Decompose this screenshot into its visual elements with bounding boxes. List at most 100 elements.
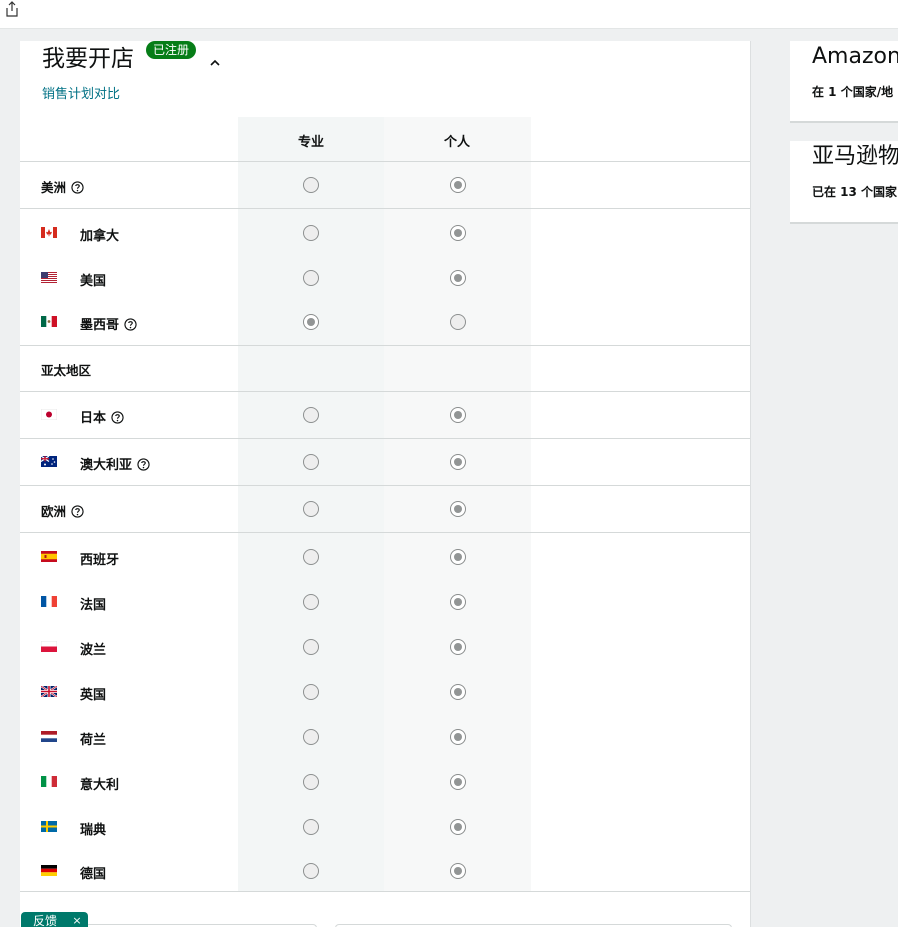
- question-circle-icon[interactable]: [111, 411, 124, 424]
- radio-professional-sweden[interactable]: [303, 819, 319, 835]
- country-label: 日本: [80, 407, 124, 426]
- country-label: 澳大利亚: [80, 454, 150, 473]
- region-label: 欧洲: [41, 501, 84, 520]
- france-flag-icon: [41, 596, 57, 607]
- radio-professional-poland[interactable]: [303, 639, 319, 655]
- divider: [20, 161, 750, 162]
- spain-flag-icon: [41, 551, 57, 562]
- region-row-europe: 欧洲: [20, 495, 750, 525]
- country-row-poland: 波兰: [20, 633, 750, 663]
- country-label: 意大利: [80, 778, 120, 793]
- country-label: 波兰: [80, 643, 107, 658]
- germany-flag-icon: [41, 865, 57, 876]
- country-label: 法国: [80, 598, 107, 613]
- radio-individual-europe[interactable]: [450, 501, 466, 517]
- radio-individual-netherlands[interactable]: [450, 729, 466, 745]
- netherlands-flag-icon: [41, 731, 57, 742]
- usa-flag-icon: [41, 272, 57, 283]
- italy-flag-icon: [41, 776, 57, 787]
- region-row-asia-pacific: 亚太地区: [20, 354, 750, 384]
- radio-individual-uk[interactable]: [450, 684, 466, 700]
- country-label: 加拿大: [80, 229, 120, 244]
- side-card-subtitle: 已在 13 个国家: [812, 185, 898, 199]
- country-label: 荷兰: [80, 733, 107, 748]
- radio-individual-poland[interactable]: [450, 639, 466, 655]
- country-label: 西班牙: [80, 553, 120, 568]
- country-row-italy: 意大利: [20, 768, 750, 798]
- radio-individual-sweden[interactable]: [450, 819, 466, 835]
- country-label: 墨西哥: [80, 314, 137, 333]
- region-label: 美洲: [41, 177, 84, 196]
- feedback-label: 反馈: [33, 914, 58, 927]
- chevron-up-icon[interactable]: [209, 53, 221, 66]
- country-row-usa: 美国: [20, 264, 750, 294]
- plan-compare-link[interactable]: 销售计划对比: [42, 83, 120, 102]
- question-circle-icon[interactable]: [71, 181, 84, 194]
- radio-professional-france[interactable]: [303, 594, 319, 610]
- feedback-button[interactable]: 反馈 ×: [21, 912, 88, 927]
- radio-professional-australia[interactable]: [303, 454, 319, 470]
- divider: [20, 345, 750, 346]
- radio-individual-france[interactable]: [450, 594, 466, 610]
- radio-professional-germany[interactable]: [303, 863, 319, 879]
- radio-professional-usa[interactable]: [303, 270, 319, 286]
- radio-professional-canada[interactable]: [303, 225, 319, 241]
- question-circle-icon[interactable]: [137, 458, 150, 471]
- mexico-flag-icon: [41, 316, 57, 327]
- divider: [20, 208, 750, 209]
- region-label: 亚太地区: [41, 363, 92, 378]
- country-label: 瑞典: [80, 823, 107, 838]
- country-row-spain: 西班牙: [20, 543, 750, 573]
- radio-professional-netherlands[interactable]: [303, 729, 319, 745]
- country-row-uk: 英国: [20, 678, 750, 708]
- region-row-americas: 美洲: [20, 171, 750, 201]
- country-label: 英国: [80, 688, 107, 703]
- radio-individual-usa[interactable]: [450, 270, 466, 286]
- radio-individual-americas[interactable]: [450, 177, 466, 193]
- radio-individual-italy[interactable]: [450, 774, 466, 790]
- side-card-logistics: 亚马逊物 已在 13 个国家: [790, 141, 898, 224]
- radio-professional-americas[interactable]: [303, 177, 319, 193]
- radio-individual-mexico[interactable]: [450, 314, 466, 330]
- country-row-sweden: 瑞典: [20, 813, 750, 843]
- share-icon[interactable]: [4, 1, 20, 17]
- side-card-subtitle: 在 1 个国家/地: [812, 85, 894, 99]
- divider: [20, 891, 750, 892]
- radio-professional-europe[interactable]: [303, 501, 319, 517]
- column-header-individual: 个人: [443, 135, 470, 150]
- radio-individual-japan[interactable]: [450, 407, 466, 423]
- radio-professional-italy[interactable]: [303, 774, 319, 790]
- poland-flag-icon: [41, 641, 57, 652]
- country-row-mexico: 墨西哥: [20, 308, 750, 338]
- canada-flag-icon: [41, 227, 57, 238]
- question-circle-icon[interactable]: [71, 505, 84, 518]
- country-row-germany: 德国: [20, 857, 750, 887]
- radio-professional-spain[interactable]: [303, 549, 319, 565]
- radio-professional-uk[interactable]: [303, 684, 319, 700]
- divider: [20, 391, 750, 392]
- radio-individual-canada[interactable]: [450, 225, 466, 241]
- country-row-australia: 澳大利亚: [20, 448, 750, 478]
- close-icon[interactable]: ×: [71, 912, 83, 927]
- sweden-flag-icon: [41, 821, 57, 832]
- side-card-title: Amazon: [812, 44, 898, 69]
- divider: [20, 438, 750, 439]
- radio-individual-australia[interactable]: [450, 454, 466, 470]
- country-row-france: 法国: [20, 588, 750, 618]
- divider: [20, 485, 750, 486]
- column-header-professional: 专业: [297, 135, 324, 150]
- country-row-canada: 加拿大: [20, 219, 750, 249]
- japan-flag-icon: [41, 409, 57, 420]
- country-label: 美国: [80, 274, 107, 289]
- radio-individual-germany[interactable]: [450, 863, 466, 879]
- radio-individual-spain[interactable]: [450, 549, 466, 565]
- radio-professional-japan[interactable]: [303, 407, 319, 423]
- registered-badge: 已注册: [146, 41, 197, 59]
- question-circle-icon[interactable]: [124, 318, 137, 331]
- card-title: 我要开店: [42, 46, 134, 72]
- country-label: 德国: [80, 867, 107, 882]
- uk-flag-icon: [41, 686, 57, 697]
- radio-professional-mexico[interactable]: [303, 314, 319, 330]
- side-card-amazon: Amazon 在 1 个国家/地: [790, 41, 898, 123]
- country-row-japan: 日本: [20, 401, 750, 431]
